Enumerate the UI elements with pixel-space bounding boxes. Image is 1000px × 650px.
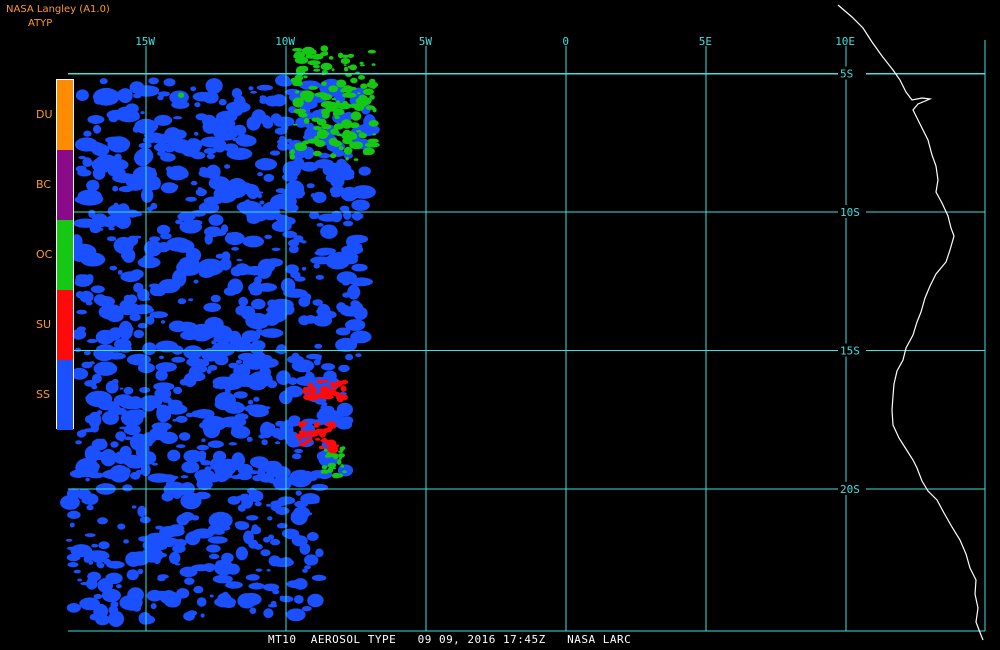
legend-swatch-ss (57, 360, 73, 430)
longitude-label: 10E (835, 35, 855, 48)
latitude-label: 10S (840, 206, 860, 219)
legend-label-du: DU (36, 108, 53, 121)
latitude-label: 5S (840, 68, 853, 81)
longitude-label: 10W (275, 35, 295, 48)
longitude-label: 15W (135, 35, 155, 48)
aerosol-map: 15W 10W 5W 0 5E 10E 5S 10S 15S 20S (0, 0, 1000, 650)
legend-swatch-su (57, 290, 73, 360)
header-product-code: ATYP (28, 18, 53, 29)
legend-label-bc: BC (36, 178, 52, 191)
aerosol-type-legend (56, 79, 74, 430)
legend-label-su: SU (36, 318, 52, 331)
legend-label-oc: OC (36, 248, 53, 261)
legend-label-ss: SS (36, 388, 50, 401)
legend-swatch-bc (57, 150, 73, 220)
legend-swatch-oc (57, 220, 73, 290)
map-caption: MT10 AEROSOL TYPE 09 09, 2016 17:45Z NAS… (268, 633, 632, 646)
legend-swatch-du (57, 80, 73, 150)
organic-carbon-pixel-isolated (177, 92, 185, 98)
latitude-label: 20S (840, 483, 860, 496)
longitude-label: 5E (699, 35, 712, 48)
header-title: NASA Langley (A1.0) (6, 4, 110, 15)
longitude-label: 0 (562, 35, 569, 48)
longitude-label: 5W (419, 35, 433, 48)
latitude-label: 15S (840, 345, 860, 358)
